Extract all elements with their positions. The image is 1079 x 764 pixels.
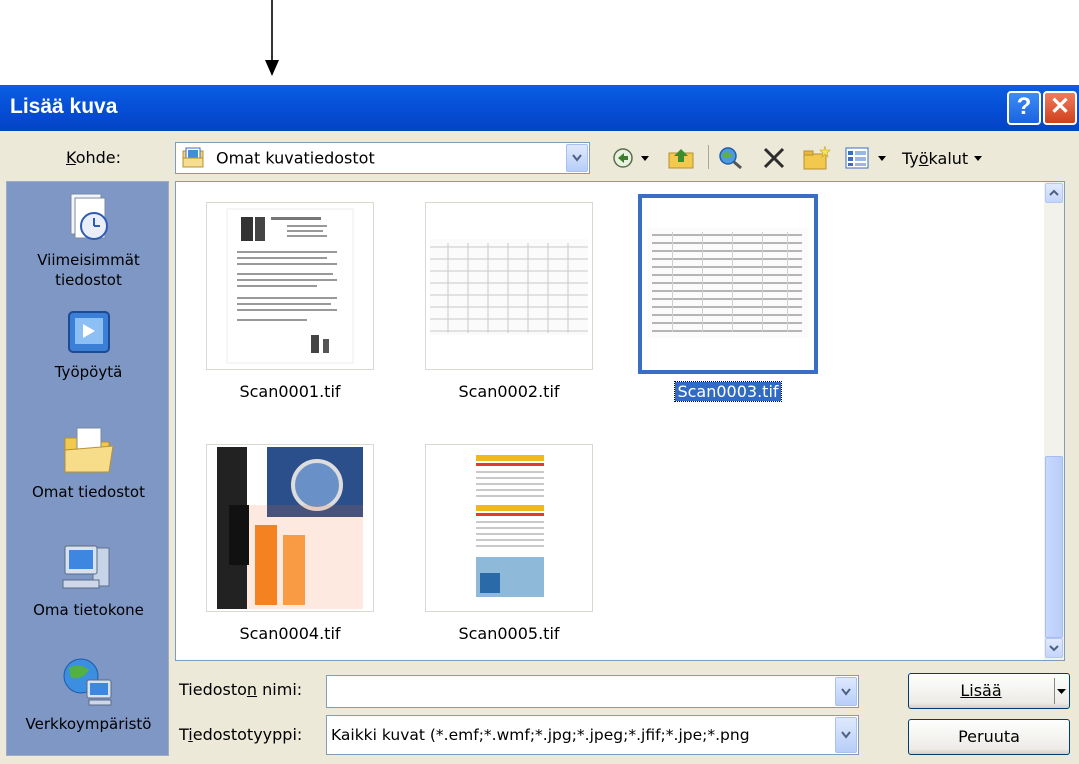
insert-picture-dialog: Lisää kuva ? ✕ Kohde: Omat kuvatiedostot — [0, 85, 1079, 764]
file-thumbnail-selected[interactable] — [638, 194, 818, 374]
filetype-value: Kaikki kuvat (*.emf;*.wmf;*.jpg;*.jpeg;*… — [331, 726, 750, 744]
book-cover-preview-image — [217, 447, 363, 609]
my-computer-icon — [62, 545, 109, 589]
chevron-down-icon — [572, 154, 582, 162]
search-web-button[interactable] — [718, 145, 744, 171]
table-preview-image — [648, 228, 808, 338]
toolbar-separator — [708, 145, 709, 169]
lookin-value: Omat kuvatiedostot — [216, 148, 375, 168]
file-name-label[interactable]: Scan0005.tif — [409, 624, 609, 643]
spreadsheet-preview-image — [430, 239, 588, 335]
place-my-computer[interactable]: Oma tietokone — [7, 540, 170, 620]
views-button[interactable] — [845, 145, 887, 171]
lookin-label: Kohde: — [66, 148, 122, 167]
file-name-label[interactable]: Scan0004.tif — [190, 624, 390, 643]
scroll-down-button[interactable] — [1045, 638, 1063, 658]
filetype-dropdown[interactable]: Kaikki kuvat (*.emf;*.wmf;*.jpg;*.jpeg;*… — [326, 715, 859, 755]
chevron-up-icon — [1049, 189, 1059, 196]
lookin-dropdown[interactable]: Omat kuvatiedostot — [175, 142, 590, 174]
place-recent[interactable]: Viimeisimmät tiedostot — [7, 190, 170, 290]
search-web-icon — [719, 147, 742, 170]
filename-input[interactable] — [326, 675, 859, 708]
back-button[interactable] — [612, 145, 650, 171]
cancel-button[interactable]: Peruuta — [908, 719, 1070, 755]
file-name-label-selected[interactable]: Scan0003.tif — [628, 381, 828, 402]
new-folder-icon — [803, 146, 831, 170]
up-one-level-icon — [668, 149, 694, 169]
scroll-up-button[interactable] — [1045, 183, 1063, 203]
insert-button[interactable]: Lisää — [908, 673, 1070, 709]
tools-menu[interactable]: Ty ö kalut — [902, 145, 983, 171]
desktop-icon — [67, 311, 110, 353]
close-button[interactable]: ✕ — [1043, 91, 1077, 125]
filetype-dropdown-arrow[interactable] — [835, 717, 857, 753]
my-documents-folder-icon — [64, 427, 114, 473]
views-icon — [845, 147, 869, 169]
delete-x-icon — [763, 147, 785, 169]
scroll-thumb[interactable] — [1045, 456, 1063, 638]
file-thumbnail[interactable] — [206, 202, 374, 370]
delete-button[interactable] — [762, 145, 786, 171]
back-arrow-icon — [613, 148, 633, 168]
lookin-dropdown-arrow[interactable] — [566, 144, 588, 172]
place-desktop[interactable]: Työpöytä — [7, 308, 170, 382]
places-bar: Viimeisimmät tiedostot Työpöytä Omat tie… — [6, 181, 169, 756]
new-folder-button[interactable] — [803, 145, 831, 171]
vertical-scrollbar[interactable] — [1044, 182, 1064, 660]
help-button[interactable]: ? — [1007, 91, 1041, 125]
chevron-down-icon — [841, 731, 851, 739]
insert-options-dropdown-icon[interactable] — [1057, 688, 1066, 695]
recent-documents-icon — [70, 193, 108, 240]
back-dropdown-icon[interactable] — [640, 154, 650, 162]
title-bar: Lisää kuva ? ✕ — [0, 85, 1079, 131]
up-folder-button[interactable] — [668, 145, 696, 171]
annotation-arrow — [265, 0, 279, 76]
file-thumbnail[interactable] — [425, 202, 593, 370]
file-list-view[interactable]: Scan0001.tif Scan0002.tif Scan0003.tif S… — [175, 181, 1065, 661]
file-name-label[interactable]: Scan0002.tif — [409, 382, 609, 401]
place-my-documents[interactable]: Omat tiedostot — [7, 422, 170, 502]
filetype-label: Tiedostotyyppi: — [179, 725, 303, 744]
chevron-down-icon — [841, 687, 851, 696]
newsletter-preview-image — [470, 447, 550, 609]
chevron-down-icon — [1049, 645, 1059, 652]
file-name-label[interactable]: Scan0001.tif — [190, 382, 390, 401]
filename-dropdown-arrow[interactable] — [835, 677, 857, 706]
file-thumbnail[interactable] — [206, 444, 374, 612]
place-network[interactable]: Verkkoympäristö — [7, 654, 170, 734]
views-dropdown-icon[interactable] — [877, 154, 887, 162]
pictures-folder-icon — [182, 147, 204, 168]
document-preview-image — [226, 208, 354, 364]
filename-label: Tiedoston nimi: — [179, 680, 303, 699]
file-thumbnail[interactable] — [425, 444, 593, 612]
tools-dropdown-icon — [974, 156, 983, 161]
dialog-title: Lisää kuva — [10, 95, 118, 118]
network-places-icon — [63, 658, 111, 706]
